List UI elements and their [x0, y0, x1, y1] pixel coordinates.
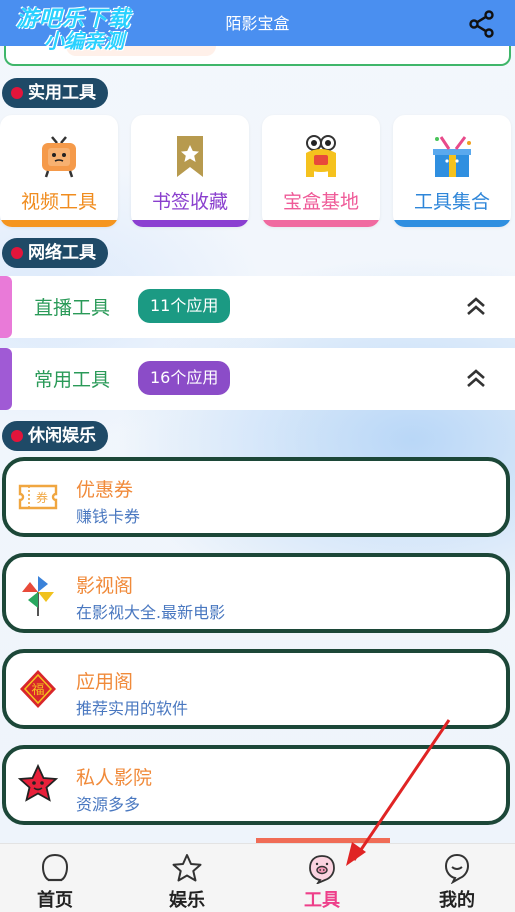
star-icon: [172, 854, 202, 882]
mascot-icon: [306, 135, 336, 177]
tile-label: 视频工具: [20, 191, 97, 213]
card-private-cinema[interactable]: 私人影院 资源多多: [2, 745, 510, 825]
section-dot: [11, 87, 23, 99]
section-header-practical: 实用工具: [2, 78, 108, 108]
double-chevron-up-icon[interactable]: [463, 294, 489, 320]
svg-text:券: 券: [36, 490, 48, 505]
watermark-line-1: 游吧乐下载: [16, 7, 132, 32]
pig-icon: [309, 855, 335, 884]
tile-accent-bar: [131, 220, 249, 227]
tile-bookmarks[interactable]: 书签收藏: [131, 115, 249, 227]
section-title: 网络工具: [28, 243, 96, 263]
network-row-common[interactable]: 常用工具 16个应用: [0, 348, 515, 410]
bottom-nav: 首页 娱乐 工具 我的: [0, 843, 515, 912]
nav-home[interactable]: 首页: [0, 844, 110, 912]
row-label: 直播工具: [34, 297, 111, 319]
card-title: 影视阁: [76, 575, 134, 597]
section-title: 休闲娱乐: [28, 426, 96, 446]
profile-icon: [444, 853, 470, 884]
nav-mine[interactable]: 我的: [402, 844, 512, 912]
fortune-icon: 福: [20, 670, 56, 708]
card-subtitle: 推荐实用的软件: [76, 699, 189, 718]
nav-label: 娱乐: [169, 890, 205, 911]
card-coupons[interactable]: 券 优惠券 赚钱卡券: [2, 457, 510, 537]
tile-tool-collection[interactable]: 工具集合: [393, 115, 511, 227]
tile-label: 宝盒基地: [282, 191, 359, 213]
section-dot: [11, 247, 23, 259]
card-subtitle: 在影视大全.最新电影: [76, 603, 226, 622]
section-title: 实用工具: [28, 83, 96, 103]
pinwheel-icon: [22, 576, 54, 616]
bookmark-icon: [177, 136, 203, 177]
section-header-network: 网络工具: [2, 238, 108, 268]
tile-accent-bar: [393, 220, 511, 227]
tool-tiles: 视频工具 书签收藏 宝盒基地 工具集合: [0, 115, 515, 227]
card-title: 优惠券: [76, 479, 134, 501]
nav-entertainment[interactable]: 娱乐: [132, 844, 242, 912]
nav-label: 首页: [37, 890, 73, 911]
section-dot: [11, 430, 23, 442]
watermark-line-2: 小编亲测: [44, 29, 124, 54]
gift-box-icon: [433, 136, 471, 177]
double-chevron-up-icon[interactable]: [463, 366, 489, 392]
row-label: 常用工具: [34, 369, 111, 391]
tv-icon: [42, 136, 76, 178]
card-title: 私人影院: [76, 767, 153, 789]
nav-tools[interactable]: 工具: [267, 844, 377, 912]
row-accent: [0, 276, 12, 338]
network-row-live[interactable]: 直播工具 11个应用: [0, 276, 515, 338]
nav-label: 我的: [439, 890, 475, 911]
home-bubble-icon: [41, 853, 69, 882]
watermark: 游吧乐下载 小编亲测: [16, 8, 131, 52]
tile-video-tools[interactable]: 视频工具: [0, 115, 118, 227]
card-movies[interactable]: 影视阁 在影视大全.最新电影: [2, 553, 510, 633]
star-face-icon: [17, 763, 59, 802]
svg-text:福: 福: [31, 683, 44, 698]
tile-label: 工具集合: [413, 191, 490, 213]
tile-accent-bar: [0, 220, 118, 227]
card-apps[interactable]: 福 应用阁 推荐实用的软件: [2, 649, 510, 729]
nav-label: 工具: [304, 890, 340, 911]
row-accent: [0, 348, 12, 410]
tile-box-base[interactable]: 宝盒基地: [262, 115, 380, 227]
app-count-badge: 16个应用: [138, 361, 231, 395]
app-count-badge: 11个应用: [138, 289, 231, 323]
tile-accent-bar: [262, 220, 380, 227]
coupon-icon: 券: [18, 484, 58, 510]
card-subtitle: 赚钱卡券: [76, 507, 141, 526]
section-header-leisure: 休闲娱乐: [2, 421, 108, 451]
card-subtitle: 资源多多: [76, 795, 141, 814]
tile-label: 书签收藏: [151, 191, 228, 213]
share-icon[interactable]: [467, 9, 497, 39]
card-title: 应用阁: [76, 671, 134, 693]
